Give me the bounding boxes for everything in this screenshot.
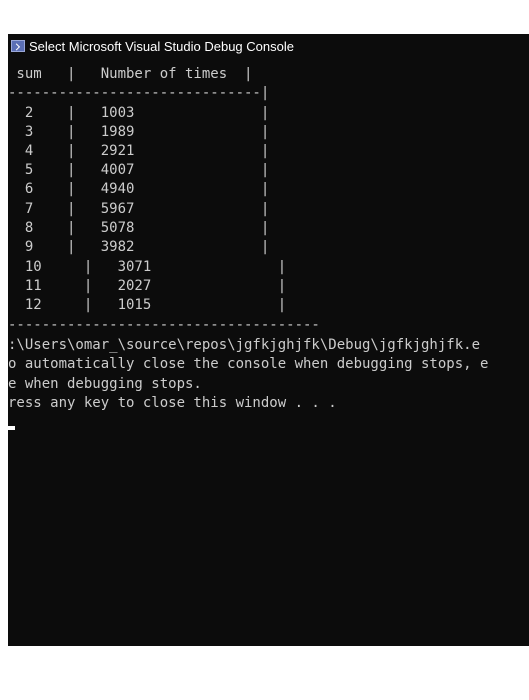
table-row: 10 | 3071 | xyxy=(8,259,287,275)
window-title: Select Microsoft Visual Studio Debug Con… xyxy=(29,39,294,54)
table-footer-separator: ------------------------------------- xyxy=(8,317,320,333)
table-row: 11 | 2027 | xyxy=(8,278,287,294)
table-row: 7 | 5967 | xyxy=(8,201,270,217)
press-any-key-line: ress any key to close this window . . . xyxy=(8,395,337,411)
text-cursor xyxy=(8,426,15,430)
console-window: Select Microsoft Visual Studio Debug Con… xyxy=(8,34,529,646)
table-separator: ------------------------------| xyxy=(8,85,270,101)
table-row: 6 | 4940 | xyxy=(8,181,270,197)
table-row: 8 | 5078 | xyxy=(8,220,270,236)
console-message-line: o automatically close the console when d… xyxy=(8,356,489,372)
console-app-icon xyxy=(11,40,25,52)
table-row: 9 | 3982 | xyxy=(8,239,270,255)
table-row: 4 | 2921 | xyxy=(8,143,270,159)
table-row: 12 | 1015 | xyxy=(8,297,287,313)
table-row: 2 | 1003 | xyxy=(8,105,270,121)
table-header-row: sum | Number of times | xyxy=(8,66,253,82)
table-row: 5 | 4007 | xyxy=(8,162,270,178)
table-row: 3 | 1989 | xyxy=(8,124,270,140)
title-bar[interactable]: Select Microsoft Visual Studio Debug Con… xyxy=(8,34,529,60)
console-message-line: e when debugging stops. xyxy=(8,376,202,392)
exe-path-line: :\Users\omar_\source\repos\jgfkjghjfk\De… xyxy=(8,337,481,353)
